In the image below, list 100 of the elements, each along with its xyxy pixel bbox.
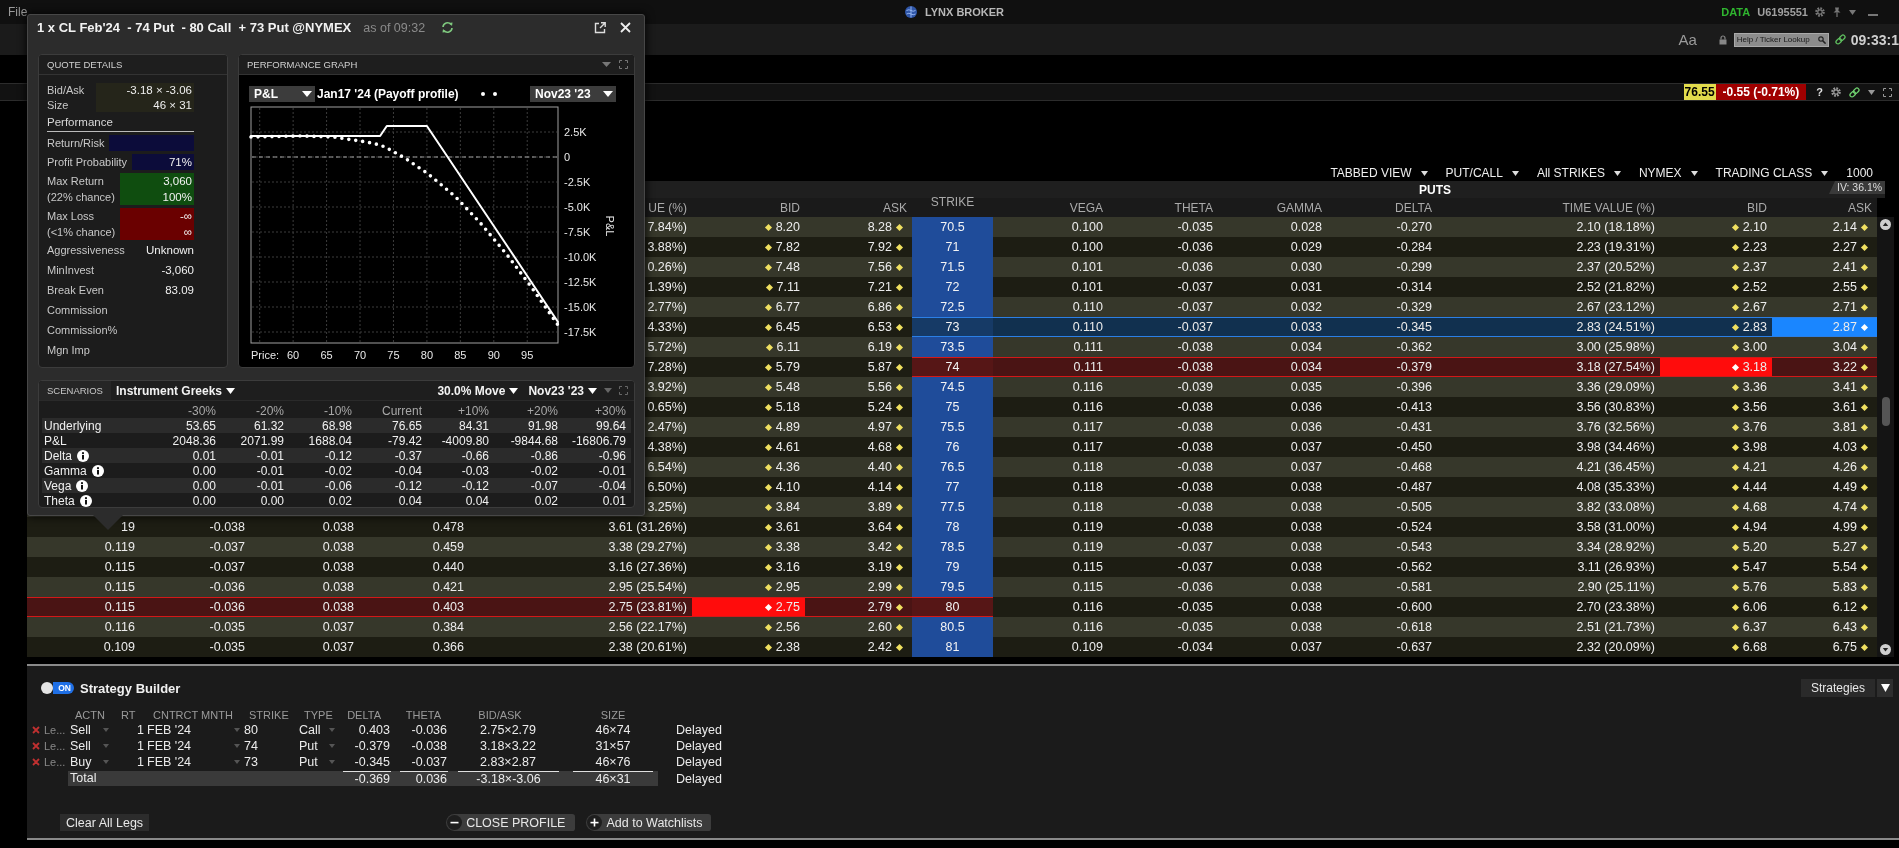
ask-price[interactable]: 3.22 bbox=[1832, 360, 1867, 374]
ask-price[interactable]: 6.75 bbox=[1832, 640, 1867, 654]
lock-icon[interactable] bbox=[1718, 34, 1727, 45]
ask-price[interactable]: 7.21 bbox=[867, 280, 902, 294]
pin-icon[interactable] bbox=[1832, 7, 1842, 17]
month-dropdown[interactable]: FEB '24 bbox=[147, 723, 240, 737]
date-dropdown[interactable]: Nov23 '23 bbox=[530, 86, 616, 102]
bid-price[interactable]: 2.23 bbox=[1732, 240, 1767, 254]
bid-price[interactable]: 3.61 bbox=[765, 520, 800, 534]
gear-icon[interactable] bbox=[1831, 87, 1841, 97]
type-dropdown[interactable]: Call bbox=[299, 723, 335, 737]
ask-price[interactable]: 2.27 bbox=[1832, 240, 1867, 254]
bid-price[interactable]: 6.37 bbox=[1732, 620, 1767, 634]
ask-price[interactable]: 4.14 bbox=[867, 480, 902, 494]
cross-icon[interactable] bbox=[31, 726, 40, 734]
option-dropdown[interactable]: TRADING CLASS bbox=[1715, 166, 1829, 180]
bid-price[interactable]: 2.37 bbox=[1732, 260, 1767, 274]
bid-price[interactable]: 5.20 bbox=[1732, 540, 1767, 554]
strategies-menu-button[interactable] bbox=[1877, 679, 1893, 697]
mode-dropdown[interactable]: P&L bbox=[249, 86, 315, 102]
bid-price[interactable]: 4.94 bbox=[1732, 520, 1767, 534]
ask-price[interactable]: 3.41 bbox=[1832, 380, 1867, 394]
ask-price[interactable]: 2.14 bbox=[1832, 220, 1867, 234]
strike-value[interactable]: 80 bbox=[244, 723, 258, 737]
bid-price[interactable]: 3.38 bbox=[765, 540, 800, 554]
switch-knob-icon[interactable] bbox=[41, 682, 53, 694]
ask-price[interactable]: 6.86 bbox=[867, 300, 902, 314]
add-button[interactable]: Add to Watchlists bbox=[586, 814, 711, 831]
help-button[interactable]: ? bbox=[1816, 86, 1823, 98]
ask-price[interactable]: 4.68 bbox=[867, 440, 902, 454]
bid-price[interactable]: 3.98 bbox=[1732, 440, 1767, 454]
bid-price[interactable]: 6.11 bbox=[766, 340, 800, 354]
expand-icon[interactable] bbox=[619, 60, 628, 69]
strike-value[interactable]: 74 bbox=[244, 739, 258, 753]
info-icon[interactable] bbox=[91, 464, 104, 477]
ask-price[interactable]: 7.56 bbox=[867, 260, 902, 274]
bid-price[interactable]: 3.84 bbox=[765, 500, 800, 514]
ask-price[interactable]: 5.27 bbox=[1832, 540, 1867, 554]
ask-price[interactable]: 2.71 bbox=[1832, 300, 1867, 314]
bid-price[interactable]: 8.20 bbox=[765, 220, 800, 234]
type-dropdown[interactable]: Put bbox=[299, 755, 335, 769]
ask-price[interactable]: 2.41 bbox=[1832, 260, 1867, 274]
option-dropdown[interactable]: All STRIKES bbox=[1536, 166, 1621, 180]
menu-item[interactable]: File bbox=[8, 5, 28, 19]
option-dropdown[interactable]: NYMEX bbox=[1638, 166, 1698, 180]
ask-price[interactable]: 3.64 bbox=[867, 520, 902, 534]
bid-price[interactable]: 4.61 bbox=[765, 440, 800, 454]
close-button[interactable]: CLOSE PROFILE bbox=[446, 814, 576, 831]
caret-icon[interactable] bbox=[1868, 89, 1875, 95]
bid-price[interactable]: 5.48 bbox=[765, 380, 800, 394]
ask-price[interactable]: 3.42 bbox=[867, 540, 902, 554]
info-icon[interactable] bbox=[76, 479, 89, 492]
bid-price[interactable]: 5.18 bbox=[765, 400, 800, 414]
ask-price[interactable]: 5.83 bbox=[1832, 580, 1867, 594]
bid-price[interactable]: 3.76 bbox=[1732, 420, 1767, 434]
bid-price[interactable]: 3.00 bbox=[1732, 340, 1767, 354]
bid-price[interactable]: 3.56 bbox=[1732, 400, 1767, 414]
ask-price[interactable]: 5.54 bbox=[1832, 560, 1867, 574]
bid-price[interactable]: 4.21 bbox=[1732, 460, 1767, 474]
strategies-button[interactable]: Strategies bbox=[1800, 679, 1875, 697]
ask-price[interactable]: 3.19 bbox=[867, 560, 902, 574]
date-dropdown[interactable]: Nov23 '23 bbox=[528, 383, 597, 398]
ticker-lookup-field[interactable]: Help / Ticker Lookup bbox=[1733, 32, 1829, 47]
strike-value[interactable]: 73 bbox=[244, 755, 258, 769]
bid-price[interactable]: 4.68 bbox=[1732, 500, 1767, 514]
bid-price[interactable]: 2.83 bbox=[1732, 320, 1767, 334]
caret-icon[interactable] bbox=[602, 62, 611, 67]
info-icon[interactable] bbox=[79, 494, 92, 507]
ask-price[interactable]: 4.40 bbox=[867, 460, 902, 474]
bid-price[interactable]: 6.77 bbox=[765, 300, 800, 314]
ask-price[interactable]: 6.43 bbox=[1832, 620, 1867, 634]
ask-price[interactable]: 8.28 bbox=[867, 220, 902, 234]
bid-price[interactable]: 2.52 bbox=[1732, 280, 1767, 294]
bid-price[interactable]: 7.48 bbox=[765, 260, 800, 274]
bid-price[interactable]: 2.38 bbox=[765, 640, 800, 654]
refresh-icon[interactable] bbox=[441, 21, 455, 34]
popout-icon[interactable] bbox=[594, 21, 606, 34]
scrollbar[interactable] bbox=[1877, 217, 1894, 657]
bid-price[interactable]: 4.10 bbox=[765, 480, 800, 494]
gear-icon[interactable] bbox=[1815, 7, 1825, 17]
move-dropdown[interactable]: 30.0% Move bbox=[437, 383, 519, 398]
expand-icon[interactable] bbox=[1883, 87, 1892, 97]
ask-price[interactable]: 5.56 bbox=[867, 380, 902, 394]
bid-price[interactable]: 3.16 bbox=[765, 560, 800, 574]
bid-price[interactable]: 6.06 bbox=[1732, 600, 1767, 614]
ask-price[interactable]: 2.55 bbox=[1832, 280, 1867, 294]
ask-price[interactable]: 4.49 bbox=[1832, 480, 1867, 494]
bid-price[interactable]: 4.44 bbox=[1732, 480, 1767, 494]
link-icon[interactable] bbox=[1849, 86, 1860, 98]
ask-price[interactable]: 2.42 bbox=[867, 640, 902, 654]
bid-price[interactable]: 2.95 bbox=[765, 580, 800, 594]
type-dropdown[interactable]: Put bbox=[299, 739, 335, 753]
ask-price[interactable]: 3.81 bbox=[1832, 420, 1867, 434]
view-dropdown[interactable]: Instrument Greeks bbox=[115, 383, 235, 398]
bid-price[interactable]: 4.36 bbox=[765, 460, 800, 474]
bid-price[interactable]: 6.45 bbox=[765, 320, 800, 334]
info-icon[interactable] bbox=[77, 449, 89, 462]
scroll-down-icon[interactable] bbox=[1880, 644, 1891, 655]
ask-price[interactable]: 6.53 bbox=[867, 320, 902, 334]
bid-price[interactable]: 2.67 bbox=[1732, 300, 1767, 314]
